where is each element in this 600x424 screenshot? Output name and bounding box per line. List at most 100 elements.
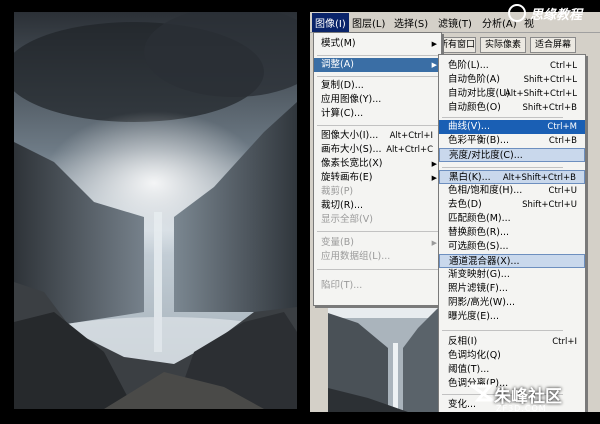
menu-item-label: 模式(M) — [321, 38, 356, 49]
site-logo: 思缘教程 — [508, 2, 598, 24]
submenu-item-gradient-map[interactable]: 渐变映射(G)... — [439, 268, 585, 282]
menu-item-label: 裁剪(P) — [321, 186, 354, 197]
submenu-arrow-icon: ▶ — [431, 40, 437, 48]
submenu-item-label: 阴影/高光(W)... — [448, 297, 516, 308]
menu-item-label: 复制(D)... — [321, 80, 364, 91]
menu-item-reveal-all: 显示全部(V) — [314, 213, 441, 227]
menu-item-image-size[interactable]: 图像大小(I)... Alt+Ctrl+I — [314, 129, 441, 143]
menu-item-label: 图像大小(I)... — [321, 130, 379, 141]
submenu-item-shortcut: Ctrl+B — [548, 136, 577, 146]
menu-item-pixel-aspect-ratio[interactable]: 像素长宽比(X) ▶ — [314, 157, 441, 171]
submenu-item-replace-color[interactable]: 替换颜色(R)... — [439, 226, 585, 240]
menu-item-rotate-canvas[interactable]: 旋转画布(E) ▶ — [314, 171, 441, 185]
options-bar: 所有窗口 实际像素 适合屏幕 — [438, 34, 600, 54]
submenu-item-shortcut: Ctrl+L — [550, 61, 577, 71]
submenu-item-levels[interactable]: 色阶(L)... Ctrl+L — [439, 59, 585, 73]
submenu-item-brightness-contrast[interactable]: 亮度/对比度(C)... — [439, 148, 585, 162]
submenu-item-shortcut: Ctrl+M — [547, 122, 577, 132]
menu-item-variables: 变量(B) ▶ — [314, 236, 441, 250]
submenu-item-shortcut: Alt+Shift+Ctrl+L — [504, 89, 577, 99]
submenu-item-auto-color[interactable]: 自动颜色(O) Shift+Ctrl+B — [439, 101, 585, 115]
submenu-item-invert[interactable]: 反相(I) Ctrl+I — [439, 335, 585, 349]
submenu-item-auto-levels[interactable]: 自动色阶(A) Shift+Ctrl+L — [439, 73, 585, 87]
menu-item-crop: 裁剪(P) — [314, 185, 441, 199]
menu-item-trim[interactable]: 裁切(R)... — [314, 199, 441, 213]
photoshop-window: 图像(I) 图层(L) 选择(S) 滤镜(T) 分析(A) 视 所有窗口 实际像… — [310, 12, 600, 412]
submenu-item-label: 替换颜色(R)... — [448, 227, 510, 238]
menu-item-canvas-size[interactable]: 画布大小(S)... Alt+Ctrl+C — [314, 143, 441, 157]
submenu-item-label: 渐变映射(G)... — [448, 269, 510, 280]
submenu-item-label: 自动对比度(U) — [448, 88, 510, 99]
menu-separator — [317, 269, 438, 270]
submenu-item-label: 色阶(L)... — [448, 60, 489, 71]
submenu-item-black-white[interactable]: 黑白(K)... Alt+Shift+Ctrl+B — [439, 170, 585, 184]
all-windows-button[interactable]: 所有窗口 — [438, 37, 476, 53]
submenu-item-desaturate[interactable]: 去色(D) Shift+Ctrl+U — [439, 198, 585, 212]
menu-layer[interactable]: 图层(L) — [352, 15, 385, 30]
submenu-item-shortcut: Shift+Ctrl+L — [523, 75, 577, 85]
submenu-item-shortcut: Shift+Ctrl+B — [522, 103, 577, 113]
submenu-item-label: 去色(D) — [448, 199, 482, 210]
submenu-item-match-color[interactable]: 匹配颜色(M)... — [439, 212, 585, 226]
menu-filter[interactable]: 滤镜(T) — [438, 15, 472, 30]
menu-separator — [442, 167, 563, 168]
missyuan-logo-icon — [508, 4, 526, 22]
menu-separator — [317, 76, 438, 77]
menu-item-label: 画布大小(S)... — [321, 144, 382, 155]
submenu-item-label: 亮度/对比度(C)... — [449, 150, 523, 161]
submenu-item-label: 曲线(V)... — [448, 121, 490, 132]
submenu-item-label: 照片滤镜(F)... — [448, 283, 508, 294]
zf3d-logo-icon — [468, 384, 494, 402]
actual-pixels-button[interactable]: 实际像素 — [480, 37, 526, 53]
menu-item-shortcut: Alt+Ctrl+C — [386, 145, 433, 155]
menu-item-label: 陷印(T)... — [321, 280, 363, 291]
site-logo-text: 思缘教程 — [530, 8, 583, 23]
submenu-item-threshold[interactable]: 阈值(T)... — [439, 363, 585, 377]
submenu-arrow-icon: ▶ — [431, 160, 437, 168]
submenu-item-label: 色彩平衡(B)... — [448, 135, 509, 146]
submenu-item-label: 色调均化(Q) — [448, 350, 501, 361]
submenu-item-auto-contrast[interactable]: 自动对比度(U) Alt+Shift+Ctrl+L — [439, 87, 585, 101]
menu-separator — [317, 231, 438, 232]
menu-item-mode[interactable]: 模式(M) ▶ — [314, 37, 441, 51]
submenu-item-label: 反相(I) — [448, 336, 478, 347]
submenu-item-label: 黑白(K)... — [449, 172, 491, 183]
menu-item-label: 调整(A) — [321, 59, 354, 70]
submenu-item-hue-saturation[interactable]: 色相/饱和度(H)... Ctrl+U — [439, 184, 585, 198]
submenu-item-equalize[interactable]: 色调均化(Q) — [439, 349, 585, 363]
submenu-item-selective-color[interactable]: 可选颜色(S)... — [439, 240, 585, 254]
submenu-item-label: 自动颜色(O) — [448, 102, 501, 113]
menu-separator — [317, 125, 438, 126]
menu-item-label: 应用图像(Y)... — [321, 94, 382, 105]
menu-item-label: 显示全部(V) — [321, 214, 373, 225]
submenu-item-color-balance[interactable]: 色彩平衡(B)... Ctrl+B — [439, 134, 585, 148]
submenu-item-photo-filter[interactable]: 照片滤镜(F)... — [439, 282, 585, 296]
menu-item-label: 像素长宽比(X) — [321, 158, 383, 169]
menu-select[interactable]: 选择(S) — [394, 15, 428, 30]
submenu-item-shadows-highlights[interactable]: 阴影/高光(W)... — [439, 296, 585, 310]
menu-item-label: 应用数据组(L)... — [321, 251, 391, 262]
menu-item-label: 变量(B) — [321, 237, 354, 248]
menu-item-label: 裁切(R)... — [321, 200, 364, 211]
submenu-item-shortcut: Ctrl+U — [548, 186, 577, 196]
submenu-item-label: 自动色阶(A) — [448, 74, 500, 85]
menu-item-label: 旋转画布(E) — [321, 172, 373, 183]
submenu-item-curves[interactable]: 曲线(V)... Ctrl+M — [439, 120, 585, 134]
fit-screen-button[interactable]: 适合屏幕 — [530, 37, 576, 53]
submenu-arrow-icon: ▶ — [431, 239, 437, 247]
menu-item-duplicate[interactable]: 复制(D)... — [314, 79, 441, 93]
submenu-item-exposure[interactable]: 曝光度(E)... — [439, 310, 585, 324]
menu-separator — [317, 55, 438, 56]
menu-item-apply-image[interactable]: 应用图像(Y)... — [314, 93, 441, 107]
submenu-arrow-icon: ▶ — [431, 61, 437, 69]
submenu-item-label: 匹配颜色(M)... — [448, 213, 511, 224]
submenu-item-channel-mixer[interactable]: 通道混合器(X)... — [439, 254, 585, 268]
document-canvas-thumbnail — [328, 288, 438, 412]
menu-image[interactable]: 图像(I) — [312, 13, 349, 32]
submenu-item-label: 可选颜色(S)... — [448, 241, 509, 252]
waterfall-artwork — [14, 12, 297, 409]
image-menu: 模式(M) ▶ 调整(A) ▶ 复制(D)... 应用图像(Y)... 计算(C… — [313, 32, 442, 306]
menu-item-calculations[interactable]: 计算(C)... — [314, 107, 441, 121]
menu-item-adjustments[interactable]: 调整(A) ▶ — [314, 58, 441, 72]
menu-item-apply-data-set: 应用数据组(L)... — [314, 250, 441, 264]
